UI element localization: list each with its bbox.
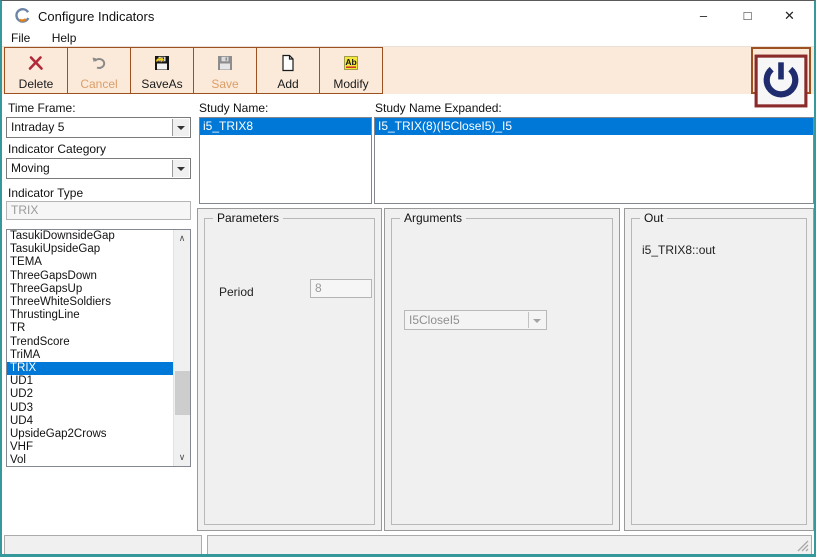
study-name-list[interactable]: i5_TRIX8 bbox=[199, 117, 372, 204]
status-panel-right bbox=[207, 535, 812, 555]
undo-arrow-icon bbox=[90, 53, 108, 73]
window-title: Configure Indicators bbox=[38, 9, 154, 24]
scroll-down-icon[interactable]: ∨ bbox=[174, 449, 190, 466]
delete-button[interactable]: Delete bbox=[4, 47, 68, 94]
save-icon bbox=[216, 53, 234, 73]
list-item[interactable]: TriMA bbox=[7, 349, 173, 362]
cancel-button[interactable]: Cancel bbox=[67, 47, 131, 94]
time-frame-label: Time Frame: bbox=[8, 101, 76, 115]
chevron-down-icon[interactable] bbox=[172, 119, 189, 136]
scrollbar[interactable]: ∧ ∨ bbox=[173, 230, 190, 466]
parameters-panel: Parameters Period 8 bbox=[197, 208, 382, 531]
list-item[interactable]: UD1 bbox=[7, 375, 173, 388]
time-frame-value: Intraday 5 bbox=[11, 120, 64, 134]
list-item[interactable]: TR bbox=[7, 322, 173, 335]
list-item[interactable]: UpsideGap2Crows bbox=[7, 428, 173, 441]
configure-indicators-window: Configure Indicators – □ ✕ File Help Del… bbox=[0, 0, 816, 557]
list-item[interactable]: TRIX bbox=[7, 362, 173, 375]
parameters-title: Parameters bbox=[213, 211, 283, 225]
menu-file[interactable]: File bbox=[2, 31, 39, 46]
list-item[interactable]: ThrustingLine bbox=[7, 309, 173, 322]
save-as-button[interactable]: SaveAs bbox=[130, 47, 194, 94]
modify-button[interactable]: Ab Modify bbox=[319, 47, 383, 94]
indicator-type-label: Indicator Type bbox=[8, 186, 83, 200]
list-item[interactable]: TEMA bbox=[7, 256, 173, 269]
out-title: Out bbox=[640, 211, 667, 225]
list-item[interactable]: UD3 bbox=[7, 402, 173, 415]
study-name-expanded-label: Study Name Expanded: bbox=[375, 101, 502, 115]
add-button[interactable]: Add bbox=[256, 47, 320, 94]
add-button-label: Add bbox=[277, 77, 298, 91]
cancel-button-label: Cancel bbox=[80, 77, 117, 91]
delete-button-label: Delete bbox=[19, 77, 54, 91]
modify-text-icon: Ab bbox=[342, 53, 360, 73]
modify-button-label: Modify bbox=[333, 77, 368, 91]
chevron-down-icon bbox=[528, 312, 545, 328]
close-window-button[interactable]: ✕ bbox=[767, 1, 812, 31]
indicator-category-label: Indicator Category bbox=[8, 142, 106, 156]
delete-x-icon bbox=[27, 53, 45, 73]
resize-grip[interactable] bbox=[797, 540, 809, 552]
indicator-type-field[interactable]: TRIX bbox=[6, 201, 191, 220]
title-bar: Configure Indicators – □ ✕ bbox=[2, 1, 814, 31]
save-as-button-label: SaveAs bbox=[141, 77, 182, 91]
scrollbar-thumb[interactable] bbox=[175, 371, 190, 415]
study-name-expanded-list[interactable]: I5_TRIX(8)(I5CloseI5)_I5 bbox=[374, 117, 814, 204]
minimize-button[interactable]: – bbox=[681, 1, 726, 31]
list-item[interactable]: TasukiUpsideGap bbox=[7, 243, 173, 256]
arguments-panel: Arguments I5CloseI5 bbox=[384, 208, 620, 531]
save-button-label: Save bbox=[211, 77, 238, 91]
list-item[interactable]: VHF bbox=[7, 441, 173, 454]
indicator-list-items: TasukiDownsideGapTasukiUpsideGapTEMAThre… bbox=[7, 230, 173, 467]
study-name-label: Study Name: bbox=[199, 101, 268, 115]
indicator-category-value: Moving bbox=[11, 161, 50, 175]
list-item[interactable]: UD2 bbox=[7, 388, 173, 401]
list-item[interactable]: Vol bbox=[7, 454, 173, 467]
list-item[interactable]: ThreeGapsDown bbox=[7, 270, 173, 283]
status-panel-left bbox=[4, 535, 202, 555]
menu-help[interactable]: Help bbox=[43, 31, 86, 46]
out-groupbox: Out i5_TRIX8::out bbox=[631, 218, 807, 525]
scroll-up-icon[interactable]: ∧ bbox=[174, 230, 190, 247]
time-frame-select[interactable]: Intraday 5 bbox=[6, 117, 191, 138]
maximize-button[interactable]: □ bbox=[725, 1, 770, 31]
save-button[interactable]: Save bbox=[193, 47, 257, 94]
app-logo-icon bbox=[14, 7, 31, 24]
list-item[interactable]: ThreeGapsUp bbox=[7, 283, 173, 296]
out-panel: Out i5_TRIX8::out bbox=[624, 208, 814, 531]
indicator-type-list[interactable]: TasukiDownsideGapTasukiUpsideGapTEMAThre… bbox=[6, 229, 191, 467]
menu-bar: File Help bbox=[2, 31, 814, 46]
toolbar: Delete Cancel SaveAs bbox=[2, 46, 814, 94]
list-item[interactable]: UD4 bbox=[7, 415, 173, 428]
argument-value: I5CloseI5 bbox=[409, 313, 460, 327]
close-button[interactable]: Close bbox=[751, 47, 811, 94]
indicator-category-select[interactable]: Moving bbox=[6, 158, 191, 179]
list-item[interactable]: TasukiDownsideGap bbox=[7, 230, 173, 243]
argument-select[interactable]: I5CloseI5 bbox=[404, 310, 547, 330]
save-as-icon bbox=[153, 53, 171, 73]
study-name-row[interactable]: i5_TRIX8 bbox=[200, 118, 371, 135]
svg-text:Ab: Ab bbox=[345, 57, 356, 67]
new-document-icon bbox=[279, 53, 297, 73]
study-name-expanded-row[interactable]: I5_TRIX(8)(I5CloseI5)_I5 bbox=[375, 118, 813, 135]
arguments-groupbox: Arguments I5CloseI5 bbox=[391, 218, 613, 525]
list-item[interactable]: TrendScore bbox=[7, 336, 173, 349]
status-bar bbox=[2, 533, 814, 555]
parameters-groupbox: Parameters Period 8 bbox=[204, 218, 375, 525]
power-icon bbox=[753, 53, 809, 109]
chevron-down-icon[interactable] bbox=[172, 160, 189, 177]
list-item[interactable]: ThreeWhiteSoldiers bbox=[7, 296, 173, 309]
arguments-title: Arguments bbox=[400, 211, 466, 225]
period-field[interactable]: 8 bbox=[310, 279, 372, 298]
period-label: Period bbox=[219, 285, 254, 299]
out-value: i5_TRIX8::out bbox=[642, 243, 715, 257]
